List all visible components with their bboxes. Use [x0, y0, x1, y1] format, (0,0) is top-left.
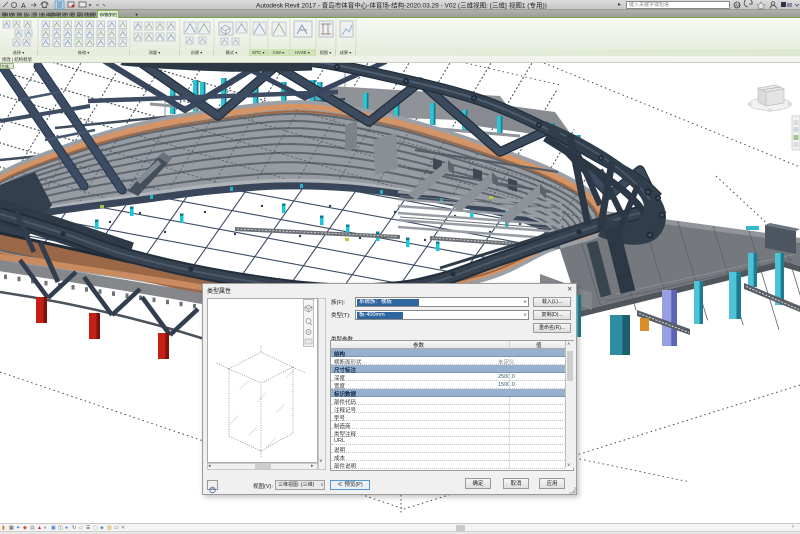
svg-text:Autodesk Revit 2017 - 青岛市体育中心-: Autodesk Revit 2017 - 青岛市体育中心-体育场-结构-202… [256, 1, 547, 10]
svg-text:M: M [735, 4, 741, 10]
svg-text:A: A [21, 3, 26, 10]
